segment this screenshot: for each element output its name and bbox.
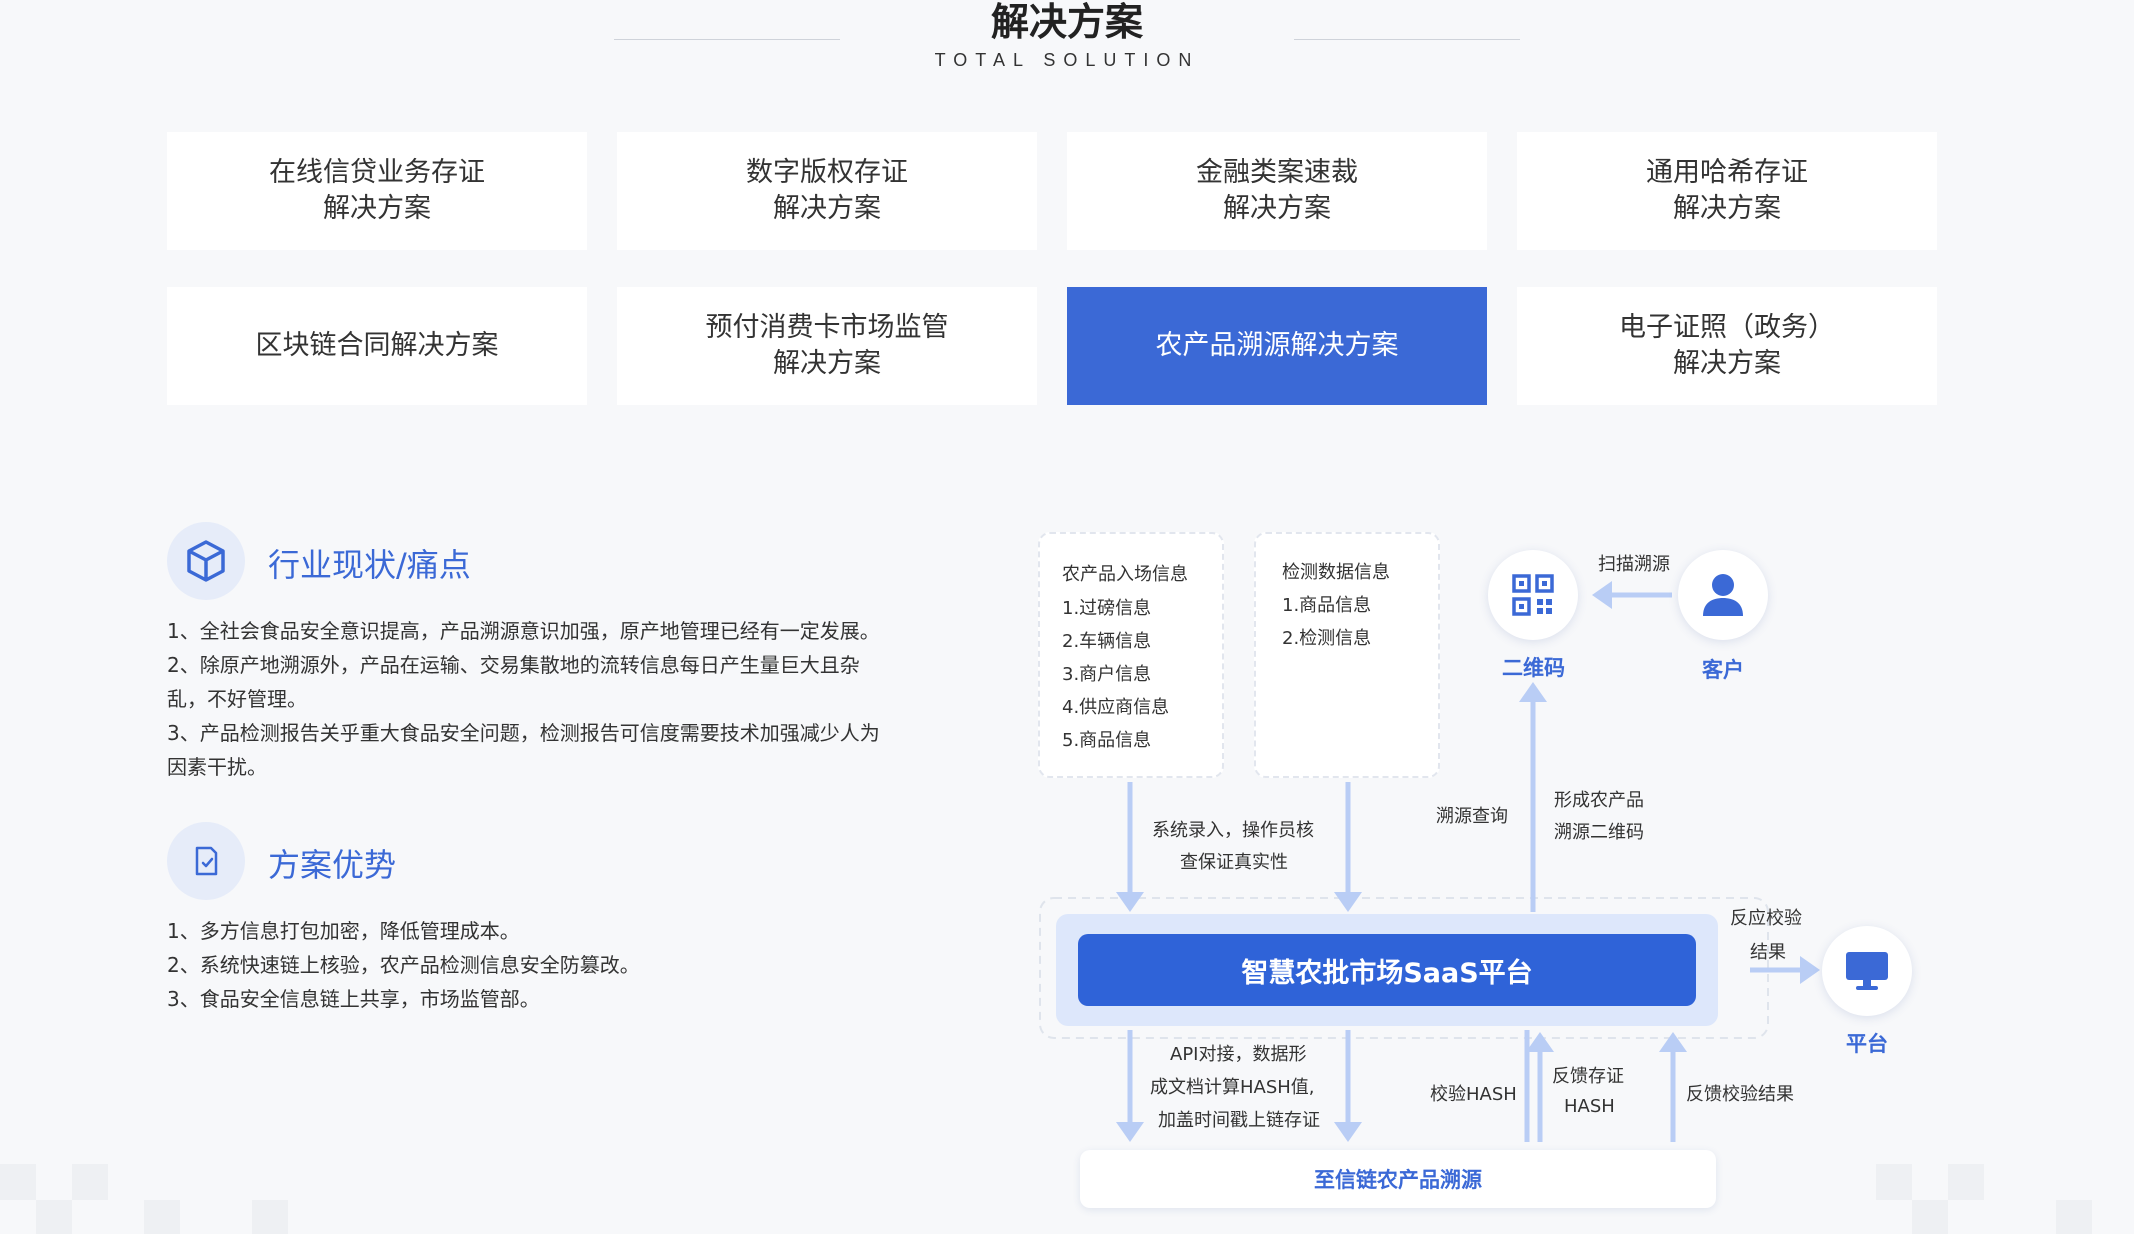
decorative-square [252, 1200, 288, 1234]
monitor-icon [1822, 926, 1912, 1016]
platform-label: 平台 [1846, 1032, 1888, 1056]
entry-info-item: 4.供应商信息 [1062, 697, 1170, 718]
tile-line1: 预付消费卡市场监管 [705, 312, 949, 343]
tile-line1: 通用哈希存证 [1646, 157, 1808, 188]
list-item: 乱，不好管理。 [167, 687, 307, 711]
tile-line2: 解决方案 [323, 193, 431, 224]
tile-digital-copyright[interactable]: 数字版权存证 解决方案 [617, 132, 1037, 250]
qr-code-label: 二维码 [1502, 656, 1565, 680]
page-title: 解决方案 [990, 0, 1143, 44]
inspection-data-item: 2.检测信息 [1282, 628, 1372, 649]
trace-query-label: 溯源查询 [1436, 806, 1508, 827]
customer-user-icon [1678, 550, 1768, 640]
scan-trace-label: 扫描溯源 [1598, 554, 1670, 575]
api-label: API对接，数据形 [1170, 1044, 1307, 1065]
verify-hash-label: 校验HASH [1430, 1084, 1517, 1105]
saas-platform-label: 智慧农批市场SaaS平台 [1241, 957, 1533, 989]
customer-label: 客户 [1702, 658, 1744, 682]
tile-agri-traceability[interactable]: 农产品溯源解决方案 [1067, 287, 1487, 405]
entry-info-title: 农产品入场信息 [1062, 564, 1188, 585]
system-entry-label: 系统录入，操作员核 [1152, 820, 1314, 841]
list-item: 2、系统快速链上核验，农产品检测信息安全防篡改。 [167, 953, 640, 977]
tile-line1: 在线信贷业务存证 [269, 157, 485, 188]
entry-info-item: 2.车辆信息 [1062, 631, 1152, 652]
tile-line1: 金融类案速裁 [1196, 157, 1358, 188]
decorative-square [144, 1200, 180, 1234]
system-entry-label: 查保证真实性 [1180, 852, 1288, 873]
cube-icon [167, 522, 245, 600]
advantage-list: 1、多方信息打包加密，降低管理成本。 2、系统快速链上核验，农产品检测信息安全防… [167, 914, 927, 1016]
entry-info-item: 3.商户信息 [1062, 664, 1152, 685]
entry-info-item: 5.商品信息 [1062, 730, 1152, 751]
decorative-square [72, 1164, 108, 1200]
saas-platform-button[interactable]: 智慧农批市场SaaS平台 [1078, 934, 1696, 1006]
tile-financial-arbitration[interactable]: 金融类案速裁 解决方案 [1067, 132, 1487, 250]
feedback-verify-label: 反馈校验结果 [1686, 1084, 1794, 1105]
decorative-square [0, 1164, 36, 1200]
tile-line1: 区块链合同解决方案 [255, 330, 499, 361]
industry-title: 行业现状/痛点 [268, 546, 471, 584]
document-check-icon [167, 822, 245, 900]
tile-line2: 解决方案 [1223, 193, 1331, 224]
form-qr-label: 溯源二维码 [1554, 822, 1644, 843]
tile-line1: 农产品溯源解决方案 [1155, 330, 1399, 361]
industry-list: 1、全社会食品安全意识提高，产品溯源意识加强，原产地管理已经有一定发展。 2、除… [167, 614, 927, 784]
inspection-data-title: 检测数据信息 [1282, 562, 1390, 583]
advantage-title: 方案优势 [268, 846, 397, 884]
tile-line2: 解决方案 [1673, 348, 1781, 379]
feedback-store-label: HASH [1564, 1096, 1615, 1117]
tile-line2: 解决方案 [1673, 193, 1781, 224]
tile-line1: 电子证照（政务） [1619, 312, 1835, 343]
api-label: 加盖时间戳上链存证 [1158, 1110, 1320, 1131]
zhixin-chain-label: 至信链农产品溯源 [1314, 1168, 1482, 1192]
zhixin-chain-bar[interactable]: 至信链农产品溯源 [1080, 1150, 1716, 1208]
feedback-store-label: 反馈存证 [1552, 1066, 1624, 1087]
inspection-data-item: 1.商品信息 [1282, 595, 1372, 616]
feedback-result-label: 结果 [1750, 942, 1786, 963]
tile-line1: 数字版权存证 [746, 157, 908, 188]
api-label: 成文档计算HASH值, [1150, 1077, 1315, 1098]
list-item: 3、产品检测报告关乎重大食品安全问题，检测报告可信度需要技术加强减少人为 [167, 721, 880, 745]
tile-prepaid-card[interactable]: 预付消费卡市场监管 解决方案 [617, 287, 1037, 405]
list-item: 1、全社会食品安全意识提高，产品溯源意识加强，原产地管理已经有一定发展。 [167, 619, 880, 643]
list-item: 因素干扰。 [167, 755, 267, 779]
form-qr-label: 形成农产品 [1554, 790, 1644, 811]
decorative-square [36, 1200, 72, 1234]
qr-code-icon [1488, 550, 1578, 640]
tile-e-license[interactable]: 电子证照（政务） 解决方案 [1517, 287, 1937, 405]
tile-online-credit[interactable]: 在线信贷业务存证 解决方案 [167, 132, 587, 250]
list-item: 3、食品安全信息链上共享，市场监管部。 [167, 987, 540, 1011]
list-item: 2、除原产地溯源外，产品在运输、交易集散地的流转信息每日产生量巨大且杂 [167, 653, 860, 677]
tile-line2: 解决方案 [773, 348, 881, 379]
list-item: 1、多方信息打包加密，降低管理成本。 [167, 919, 520, 943]
page-subtitle: TOTAL SOLUTION [934, 50, 1200, 70]
tile-line2: 解决方案 [773, 193, 881, 224]
entry-info-item: 1.过磅信息 [1062, 598, 1152, 619]
feedback-result-label: 反应校验 [1730, 908, 1802, 929]
traceability-diagram: 农产品入场信息 1.过磅信息 2.车辆信息 3.商户信息 4.供应商信息 5.商… [1030, 520, 2030, 1220]
tile-blockchain-contract[interactable]: 区块链合同解决方案 [167, 287, 587, 405]
decorative-square [2056, 1200, 2092, 1234]
tile-hash-storage[interactable]: 通用哈希存证 解决方案 [1517, 132, 1937, 250]
